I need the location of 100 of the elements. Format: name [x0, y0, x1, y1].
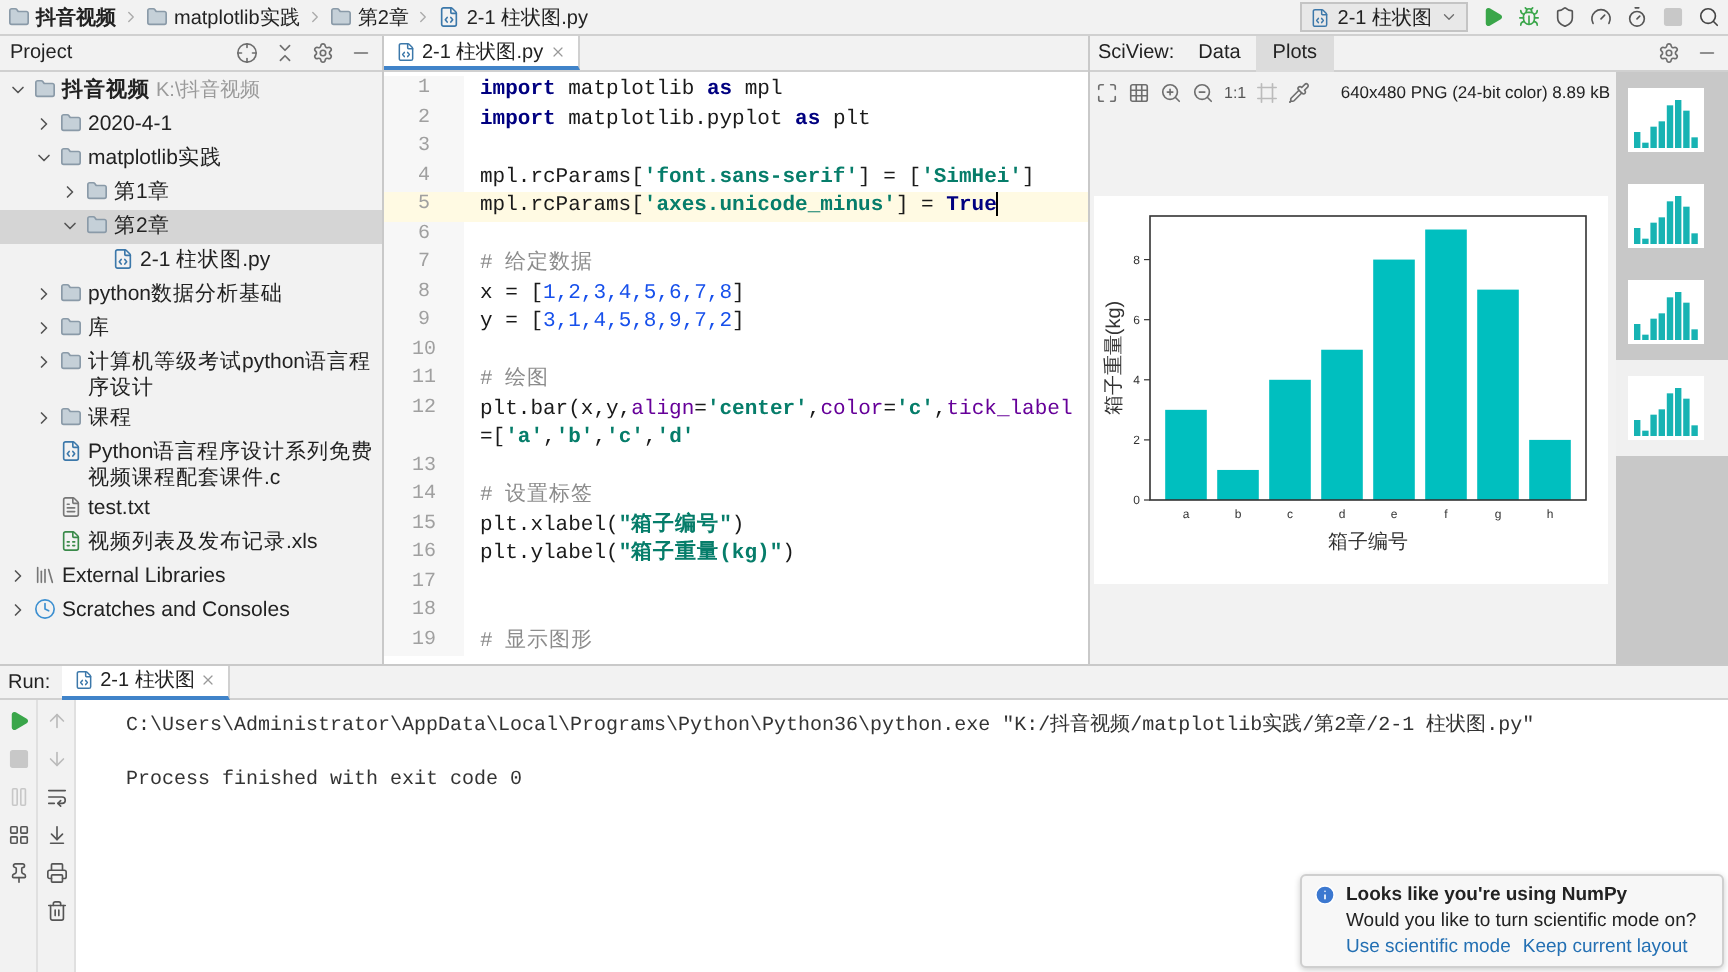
collapse-icon[interactable]	[274, 42, 296, 64]
tree-item[interactable]: 课程	[0, 402, 382, 436]
item-name: 第1章	[114, 180, 170, 206]
run-tab[interactable]: 2-1 柱状图	[62, 665, 231, 699]
crosshair-icon[interactable]	[236, 42, 258, 64]
notification-body: Would you like to turn scientific mode on?	[1346, 910, 1697, 932]
trash-icon[interactable]	[45, 900, 67, 922]
console-output-line: Process finished with exit code 0	[126, 770, 525, 792]
project-view-selector[interactable]: Project	[10, 42, 73, 64]
tree-item[interactable]: matplotlib实践	[0, 142, 382, 176]
mini-bar-chart-drawing	[1628, 376, 1704, 440]
bar	[1269, 379, 1311, 500]
grid-icon[interactable]	[1128, 81, 1150, 103]
sciview-tab[interactable]: Plots	[1256, 35, 1334, 71]
shield-icon[interactable]	[1554, 6, 1576, 28]
sciview-tab[interactable]: Data	[1182, 35, 1257, 71]
line-number: 7	[384, 250, 464, 279]
code-line: plt.ylabel("箱子重量(kg)")	[478, 540, 797, 569]
tree-item[interactable]: 库	[0, 312, 382, 346]
folder-icon	[60, 282, 82, 304]
bar	[1529, 439, 1571, 500]
settings-icon[interactable]	[312, 42, 334, 64]
code-line: mpl.rcParams['axes.unicode_minus'] = True	[478, 192, 1001, 221]
tree-item[interactable]: 计算机等级考试python语言程序设计	[0, 346, 382, 402]
code-line: # 给定数据	[478, 250, 596, 279]
actual-size-button[interactable]: 1:1	[1224, 83, 1247, 101]
chevron-right-icon	[122, 8, 140, 26]
folder-icon	[60, 350, 82, 372]
line-number: 17	[384, 569, 464, 598]
tree-item[interactable]: python数据分析基础	[0, 278, 382, 312]
breadcrumb[interactable]: 第2章	[357, 3, 409, 31]
notification-link[interactable]: Keep current layout	[1522, 936, 1688, 958]
scroll-to-end-icon[interactable]	[45, 824, 67, 846]
run-configuration-dropdown[interactable]: 2-1 柱状图	[1299, 2, 1468, 32]
y-axis-label: 箱子重量(kg)	[1104, 300, 1126, 416]
line-number: 16	[384, 540, 464, 569]
tree-item[interactable]: 2020-4-1	[0, 108, 382, 142]
item-name: 第2章	[114, 214, 170, 240]
soft-wrap-icon[interactable]	[45, 786, 67, 808]
tab-label: 2-1 柱状图.py	[422, 39, 544, 65]
item-name: 库	[88, 316, 110, 342]
line-number: 18	[384, 598, 464, 627]
line-number: 2	[384, 105, 464, 134]
folder-icon	[329, 6, 352, 28]
mini-bar-chart-drawing	[1628, 184, 1704, 248]
x-axis-label: 箱子编号	[1328, 532, 1408, 554]
folder-icon	[60, 146, 82, 168]
code-line: y = [3,1,4,5,8,9,7,2]	[478, 308, 747, 337]
print-icon[interactable]	[45, 862, 67, 884]
line-number: 6	[384, 221, 464, 250]
console-output-line: C:\Users\Administrator\AppData\Local\Programs\Python\Python36\python.exe "K:/抖音视频/matplotlib实践/第2章/2-1 柱状图.py"	[126, 711, 1537, 738]
line-number: 8	[384, 279, 464, 308]
search-icon[interactable]	[1698, 6, 1720, 28]
tree-item[interactable]: 2-1 柱状图.py	[0, 244, 382, 278]
item-name: External Libraries	[62, 564, 226, 590]
timer-icon[interactable]	[1626, 6, 1648, 28]
editor-tab[interactable]: 2-1 柱状图.py	[384, 36, 580, 70]
tree-item[interactable]: 第1章	[0, 176, 382, 210]
zoom-out-icon[interactable]	[1192, 81, 1214, 103]
bar	[1165, 409, 1207, 500]
bar	[1217, 469, 1259, 500]
layout-icon[interactable]	[7, 824, 29, 846]
tree-item[interactable]: 抖音视频 K:\抖音视频	[0, 74, 382, 108]
gauge-icon[interactable]	[1590, 6, 1612, 28]
sciview-label: SciView:	[1098, 42, 1175, 64]
tree-item[interactable]: 第2章	[0, 210, 382, 244]
plot-thumbnail[interactable]	[1616, 360, 1728, 456]
code-line: import matplotlib as mpl	[478, 76, 785, 105]
tree-item[interactable]: Scratches and Consoles	[0, 594, 382, 628]
line-number: 13	[384, 453, 464, 482]
eyedropper-icon[interactable]	[1288, 81, 1311, 103]
line-number: 3	[384, 134, 464, 163]
info-icon	[1314, 884, 1336, 906]
breadcrumb[interactable]: 2-1 柱状图.py	[466, 3, 588, 31]
fit-zoom-icon[interactable]	[1096, 81, 1118, 103]
close-icon[interactable]	[200, 672, 217, 688]
tree-item[interactable]: test.txt	[0, 492, 382, 526]
mini-bar-chart-drawing	[1628, 88, 1704, 152]
bug-icon[interactable]	[1518, 6, 1540, 28]
tree-item[interactable]: 视频列表及发布记录.xls	[0, 526, 382, 560]
tab-label: 2-1 柱状图	[100, 667, 195, 694]
breadcrumb[interactable]: 抖音视频	[36, 3, 116, 31]
run-icon[interactable]	[1482, 6, 1504, 28]
item-name: test.txt	[88, 496, 150, 522]
line-number: 11	[384, 366, 464, 395]
code-line: # 绘图	[478, 366, 552, 395]
notification-link[interactable]: Use scientific mode	[1346, 936, 1511, 958]
item-name: 2020-4-1	[88, 112, 173, 138]
zoom-in-icon[interactable]	[1160, 81, 1182, 103]
breadcrumb[interactable]: matplotlib实践	[174, 3, 300, 31]
tree-item[interactable]: External Libraries	[0, 560, 382, 594]
line-number: 1	[384, 76, 464, 105]
settings-icon[interactable]	[1658, 42, 1680, 64]
image-info: 640x480 PNG (24-bit color) 8.89 kB	[1340, 82, 1610, 102]
item-name: python数据分析基础	[88, 282, 284, 308]
pin-icon[interactable]	[7, 862, 29, 884]
close-icon[interactable]	[549, 43, 566, 59]
run-icon[interactable]	[7, 710, 29, 732]
item-name: matplotlib实践	[88, 146, 222, 172]
folder-icon	[60, 316, 82, 338]
